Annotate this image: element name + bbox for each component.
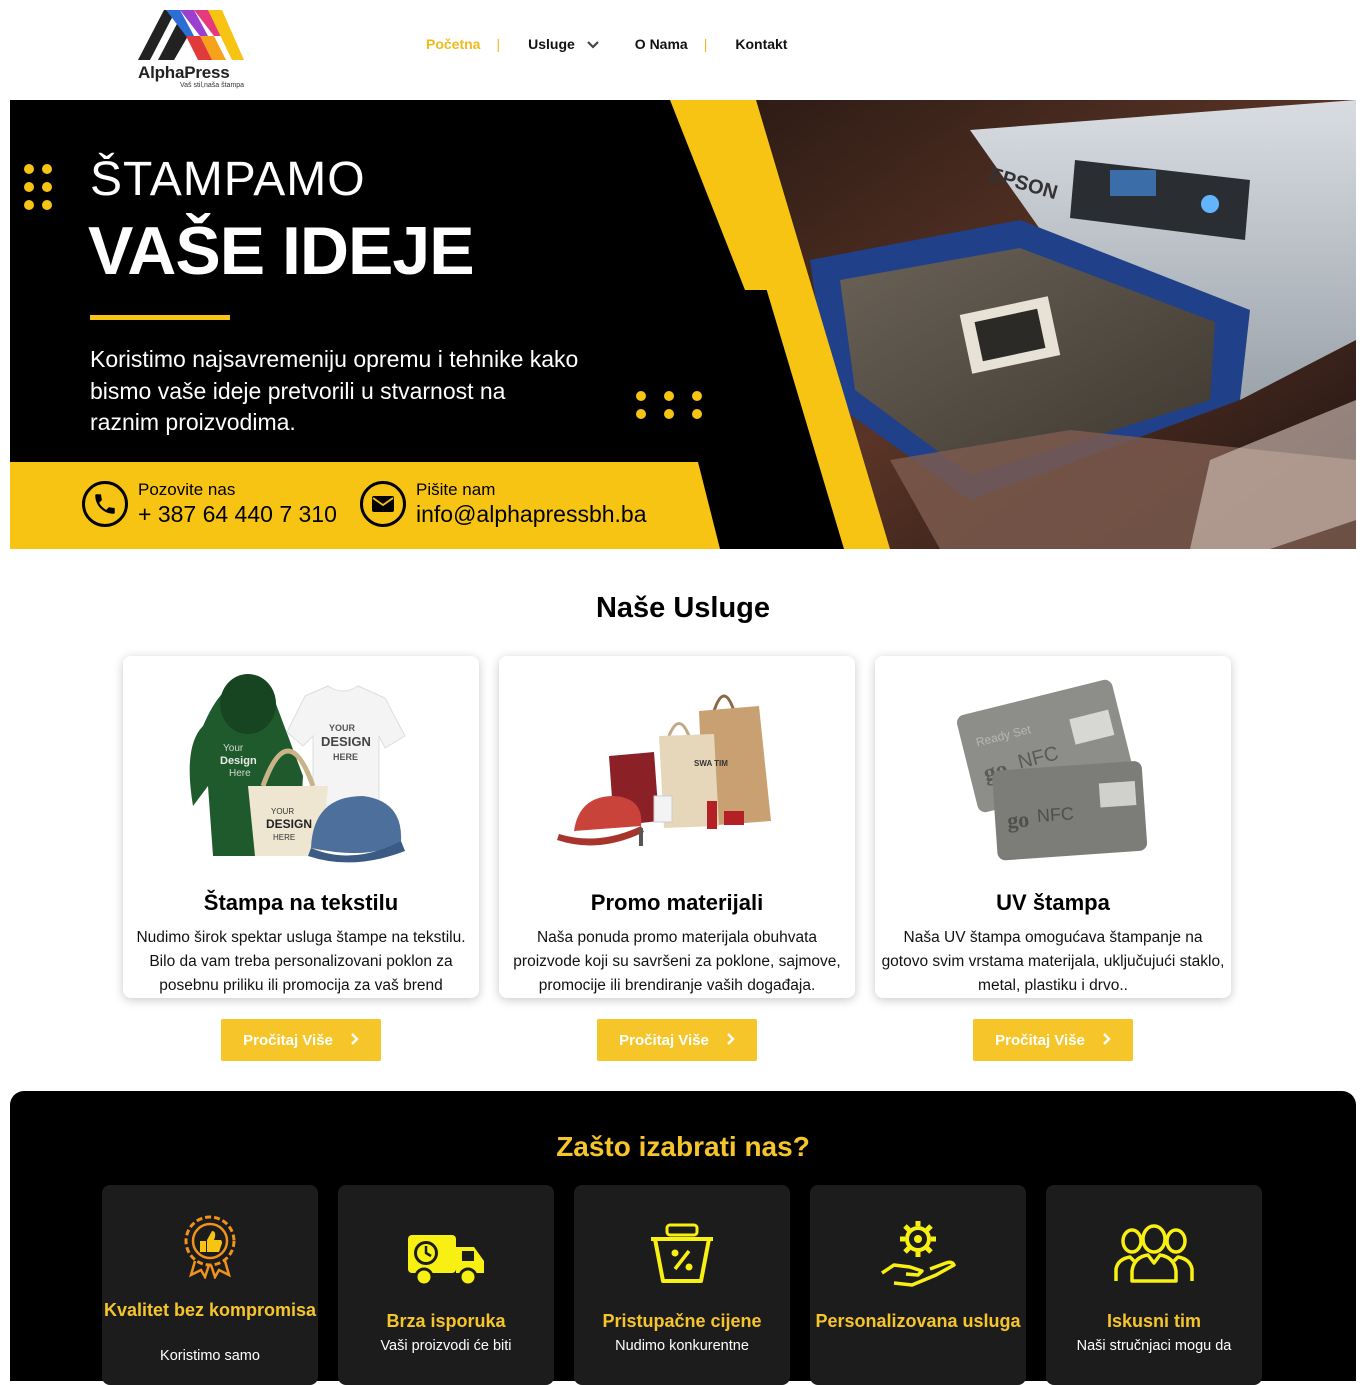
- hero-description: Koristimo najsavremeniju opremu i tehnik…: [90, 346, 579, 435]
- logo-name: AlphaPress: [138, 63, 230, 82]
- phone-contact[interactable]: Pozovite nas + 387 64 440 7 310: [82, 480, 337, 528]
- svg-text:YOUR: YOUR: [271, 807, 294, 816]
- feature-text: Vaši proizvodi će biti: [380, 1338, 512, 1354]
- card-text: Naša ponuda promo materijala obuhvata pr…: [513, 929, 841, 994]
- thumbs-up-badge-icon: [102, 1213, 318, 1293]
- svg-text:Here: Here: [229, 768, 251, 779]
- chevron-right-icon: [727, 1032, 735, 1048]
- nav-separator: |: [496, 36, 501, 52]
- why-title: Zašto izabrati nas?: [556, 1131, 810, 1162]
- service-card-uv[interactable]: Ready Set go NFC go NFC UV štampa Naša U…: [875, 656, 1231, 998]
- svg-text:DESIGN: DESIGN: [266, 817, 312, 831]
- decor-dots: [636, 391, 702, 419]
- feature-team: Iskusni tim Naši stručnjaci mogu da: [1046, 1185, 1262, 1385]
- svg-text:go: go: [1006, 807, 1030, 833]
- svg-text:HERE: HERE: [333, 752, 358, 762]
- feature-title: Personalizovana usluga: [815, 1311, 1021, 1331]
- promo-products-image: SWA TIM: [557, 694, 771, 846]
- team-icon: [1046, 1223, 1262, 1303]
- chevron-right-icon: [351, 1032, 359, 1048]
- card-title: Štampa na tekstilu: [203, 890, 399, 915]
- feature-title: Kvalitet bez kompromisa: [103, 1300, 317, 1320]
- feature-text: Naši stručnjaci mogu da: [1076, 1338, 1232, 1354]
- button-label: Pročitaj Više: [243, 1031, 333, 1049]
- nav-usluge[interactable]: Usluge: [528, 36, 575, 52]
- phone-number[interactable]: + 387 64 440 7 310: [138, 500, 337, 528]
- decor-dots: [24, 164, 52, 210]
- hero-banner: EPSON ŠTAMPAMO VAŠE IDEJE Koristimo najs…: [10, 100, 1356, 549]
- email-address[interactable]: info@alphapressbh.ba: [416, 500, 647, 528]
- read-more-button-promo[interactable]: Pročitaj Više: [597, 1019, 757, 1061]
- svg-text:SWA TIM: SWA TIM: [694, 759, 728, 768]
- feature-title: Iskusni tim: [1106, 1311, 1202, 1331]
- site-logo[interactable]: AlphaPress Vaš stil,naša štampa: [136, 6, 248, 89]
- hero-line1: ŠTAMPAMO: [90, 153, 366, 206]
- feature-text: Koristimo samo: [160, 1348, 260, 1364]
- svg-text:Your: Your: [223, 743, 244, 754]
- gear-hand-icon: [810, 1217, 1026, 1297]
- main-nav: Početna | Usluge O Nama | Kontakt: [426, 36, 787, 52]
- feature-title: Brza isporuka: [386, 1311, 506, 1331]
- svg-text:DESIGN: DESIGN: [321, 734, 371, 749]
- hero-line2: VAŠE IDEJE: [88, 213, 475, 289]
- phone-label: Pozovite nas: [138, 480, 236, 499]
- button-label: Pročitaj Više: [619, 1031, 709, 1049]
- why-us-section: Zašto izabrati nas? Kvalitet bez komprom…: [10, 1091, 1356, 1385]
- logo-mark-icon: [138, 10, 244, 60]
- phone-icon: [82, 481, 128, 527]
- button-label: Pročitaj Više: [995, 1031, 1085, 1049]
- nav-kontakt[interactable]: Kontakt: [735, 36, 787, 52]
- logo-tagline: Vaš stil,naša štampa: [180, 82, 245, 89]
- services-title: Naše Usluge: [595, 592, 771, 624]
- email-contact[interactable]: Pišite nam info@alphapressbh.ba: [360, 480, 647, 528]
- feature-delivery: Brza isporuka Vaši proizvodi će biti: [338, 1185, 554, 1385]
- site-header: AlphaPress Vaš stil,naša štampa Početna …: [0, 0, 1366, 100]
- card-title: UV štampa: [996, 890, 1110, 915]
- feature-quality: Kvalitet bez kompromisa Koristimo samo: [102, 1185, 318, 1385]
- svg-text:HERE: HERE: [273, 833, 295, 842]
- mail-icon: [360, 481, 406, 527]
- card-title: Promo materijali: [590, 890, 764, 915]
- read-more-button-textile[interactable]: Pročitaj Više: [221, 1019, 381, 1061]
- svg-text:NFC: NFC: [1036, 803, 1074, 826]
- delivery-truck-icon: [338, 1229, 554, 1309]
- feature-prices: Pristupačne cijene Nudimo konkurentne: [574, 1185, 790, 1385]
- textile-products-image: Your Design Here YOUR DESIGN HERE YOUR D…: [189, 674, 406, 863]
- feature-personalized: Personalizovana usluga: [810, 1185, 1026, 1385]
- feature-title: Pristupačne cijene: [602, 1311, 762, 1331]
- nav-o-nama[interactable]: O Nama: [635, 36, 688, 52]
- chevron-down-icon[interactable]: [587, 36, 599, 52]
- svg-text:YOUR: YOUR: [329, 723, 356, 733]
- nfc-cards-image: Ready Set go NFC go NFC: [956, 679, 1148, 861]
- chevron-right-icon: [1103, 1032, 1111, 1048]
- read-more-button-uv[interactable]: Pročitaj Više: [973, 1019, 1133, 1061]
- card-text: Nudimo širok spektar usluga štampe na te…: [136, 929, 466, 994]
- nav-separator: |: [703, 36, 708, 52]
- discount-basket-icon: [574, 1223, 790, 1303]
- card-text: Naša UV štampa omogućava štampanje na go…: [881, 929, 1225, 994]
- feature-text: Nudimo konkurentne: [615, 1338, 749, 1354]
- service-card-textile[interactable]: Your Design Here YOUR DESIGN HERE YOUR D…: [123, 656, 479, 998]
- hero-underline: [90, 315, 230, 320]
- nav-pocetna[interactable]: Početna: [426, 36, 480, 52]
- email-label: Pišite nam: [416, 480, 496, 499]
- service-card-promo[interactable]: SWA TIM Promo materijali Naša ponuda pro…: [499, 656, 855, 998]
- svg-text:Design: Design: [220, 755, 257, 767]
